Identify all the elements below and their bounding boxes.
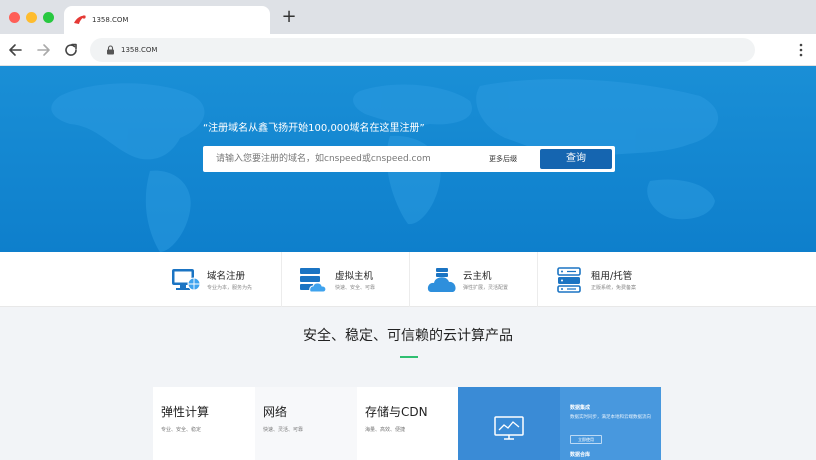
service-desc: 快速、安全、可靠 — [335, 285, 376, 291]
products-section-title: 安全、稳定、可信赖的云计算产品 — [303, 328, 513, 344]
close-window-button[interactable] — [9, 12, 20, 23]
service-cloud-host[interactable]: 云主机 弹性扩展，灵活配置 — [409, 252, 537, 307]
service-rental-hosting[interactable]: 租用/托管 正版系统，免费备案 — [537, 252, 665, 307]
browser-tab[interactable]: 1358.COM — [64, 6, 270, 34]
product-card-desc: 快速、灵活、可靠 — [263, 427, 304, 433]
kebab-menu-icon[interactable] — [795, 42, 807, 58]
product-card-elastic-compute[interactable]: 弹性计算 专业、安全、稳定 — [153, 387, 255, 460]
hero-slogan: “注册域名从鑫飞扬开始100,000域名在这里注册” — [203, 123, 425, 134]
feature-panel-right — [560, 387, 661, 460]
zoom-window-button[interactable] — [43, 12, 54, 23]
address-bar[interactable]: 1358.COM — [90, 38, 755, 62]
feature-title: 数据集成 — [570, 405, 591, 411]
arrow-right-icon[interactable] — [34, 41, 52, 59]
cloud-server-icon — [427, 268, 456, 292]
domain-search-input[interactable] — [203, 146, 473, 172]
reload-icon[interactable] — [62, 41, 80, 59]
hero-banner: “注册域名从鑫飞扬开始100,000域名在这里注册” 更多后缀 查询 — [0, 66, 816, 252]
feature-title-2: 数据合库 — [570, 452, 591, 458]
minimize-window-button[interactable] — [26, 12, 37, 23]
title-underline — [400, 356, 418, 358]
monitor-globe-icon — [172, 269, 201, 291]
browser-tab-strip: 1358.COM + — [0, 0, 816, 34]
service-desc: 正版系统，免费备案 — [591, 285, 637, 291]
lock-icon — [107, 45, 114, 55]
more-suffix-link[interactable]: 更多后缀 — [489, 153, 517, 165]
server-cloud-icon — [300, 268, 327, 293]
domain-search-box: 更多后缀 查询 — [203, 146, 615, 172]
product-card-desc: 专业、安全、稳定 — [161, 427, 202, 433]
product-card-title: 网络 — [263, 405, 288, 419]
new-tab-button[interactable]: + — [280, 8, 298, 26]
site-logo-icon — [74, 15, 86, 24]
service-name: 租用/托管 — [591, 271, 633, 282]
feature-desc: 数据实时同步，满足本地和云端数据流向 — [570, 415, 651, 420]
search-button[interactable]: 查询 — [540, 149, 612, 169]
service-name: 域名注册 — [207, 271, 246, 282]
service-desc: 专业为本，服务为先 — [207, 285, 253, 291]
arrow-left-icon[interactable] — [7, 41, 25, 59]
product-card-title: 存储与CDN — [365, 405, 428, 419]
product-card-storage-cdn[interactable]: 存储与CDN 海量、高效、便捷 — [357, 387, 459, 460]
service-name: 云主机 — [463, 271, 492, 282]
product-card-network[interactable]: 网络 快速、灵活、可靠 — [255, 387, 357, 460]
use-now-button[interactable]: 立即使用 — [570, 435, 602, 444]
product-card-title: 弹性计算 — [161, 405, 210, 419]
product-card-desc: 海量、高效、便捷 — [365, 427, 406, 433]
url-text: 1358.COM — [121, 46, 158, 54]
rack-server-icon — [557, 267, 581, 293]
service-name: 虚拟主机 — [335, 271, 374, 282]
feature-panel-data: 数据集成 数据实时同步，满足本地和云端数据流向 立即使用 数据合库 — [458, 387, 661, 460]
browser-toolbar: 1358.COM — [0, 34, 816, 66]
service-domain-registration[interactable]: 域名注册 专业为本，服务为先 — [153, 252, 281, 307]
service-desc: 弹性扩展，灵活配置 — [463, 285, 509, 291]
service-virtual-host[interactable]: 虚拟主机 快速、安全、可靠 — [281, 252, 409, 307]
monitor-chart-icon — [494, 416, 524, 440]
services-bar: 域名注册 专业为本，服务为先 虚拟主机 快速、安全、可靠 云主机 弹性扩展，灵活… — [0, 252, 816, 307]
tab-title: 1358.COM — [92, 16, 129, 24]
